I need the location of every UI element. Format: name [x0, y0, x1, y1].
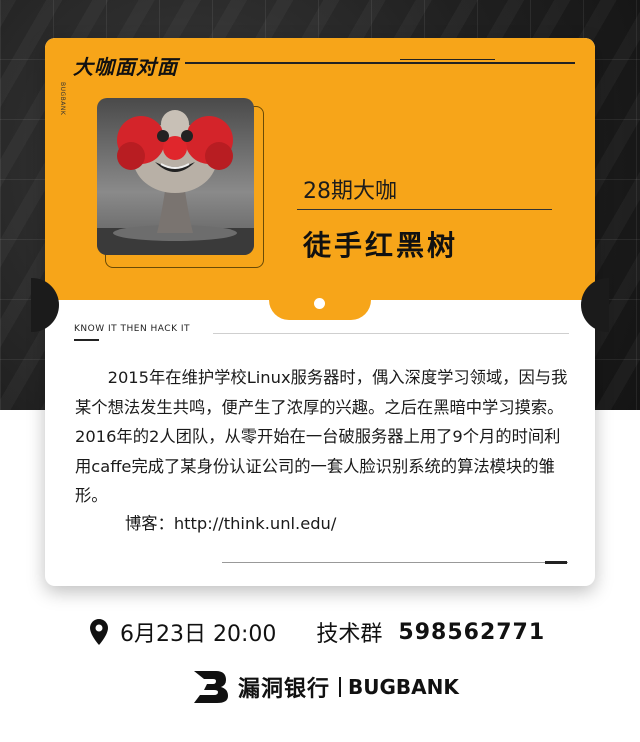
logo-separator [339, 677, 342, 697]
tagline: KNOW IT THEN HACK IT [74, 324, 191, 334]
group-number: 598562771 [398, 619, 546, 645]
clown-mushroom-cloud-image [97, 98, 254, 255]
card-end-divider [222, 562, 568, 563]
bugbank-b-logo [194, 671, 228, 703]
header-divider [185, 62, 575, 64]
logo-en-text: BUGBANK [348, 675, 459, 699]
card-header-panel: 大咖面对面 BUGBANK 28期大咖 徒手红黑树 [45, 38, 595, 300]
issue-number: 28期大咖 [303, 179, 397, 204]
group-label: 技术群 [316, 622, 383, 647]
bio-text: 2015年在维护学校Linux服务器时，偶入深度学习领域，因与我某个想法发生共鸣… [75, 368, 568, 505]
tagline-underline [74, 339, 99, 341]
header-divider-accent [400, 59, 495, 60]
tagline-divider [213, 333, 569, 334]
issue-divider [297, 209, 552, 210]
guest-name: 徒手红黑树 [303, 229, 459, 262]
blog-link[interactable]: 博客：http://think.unl.edu/ [125, 510, 336, 534]
card-end-accent [545, 561, 567, 564]
bugbank-logo: 漏洞银行 BUGBANK [192, 668, 459, 706]
card-tab [269, 296, 371, 320]
tab-dot [314, 298, 325, 309]
event-datetime: 6月23日 20:00 [120, 622, 277, 647]
event-info: 6月23日 20:00 技术群 598562771 [90, 615, 545, 649]
section-title: 大咖面对面 [73, 55, 178, 79]
logo-cn-text: 漏洞银行 [238, 677, 331, 702]
profile-card: 大咖面对面 BUGBANK 28期大咖 徒手红黑树 KNOW IT THEN H… [45, 38, 595, 586]
side-label: BUGBANK [59, 82, 66, 116]
guest-photo [97, 98, 254, 255]
map-pin-icon [90, 619, 108, 645]
